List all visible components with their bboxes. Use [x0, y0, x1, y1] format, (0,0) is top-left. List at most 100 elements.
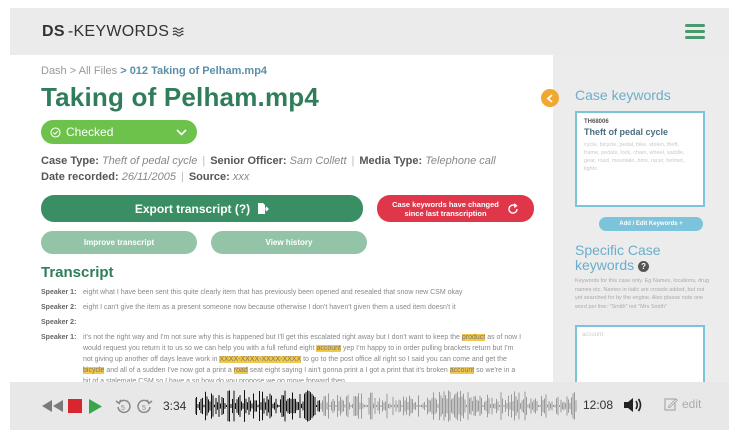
specific-title-line2: keywords: [575, 257, 635, 273]
rewind-button[interactable]: [40, 398, 64, 414]
specific-keywords-description: Keywords for this case only. Eg Names, l…: [575, 278, 710, 310]
line-text: [83, 317, 523, 328]
replay-5-button[interactable]: 5: [115, 398, 132, 415]
keyword-highlight[interactable]: product: [461, 334, 486, 341]
transcript-line[interactable]: Speaker 1: eight what I have been sent th…: [41, 287, 553, 298]
total-time: 12:08: [583, 398, 614, 412]
media-type-value: Telephone call: [425, 155, 496, 167]
edit-icon: [664, 398, 678, 411]
refresh-icon: [508, 202, 518, 214]
case-name: Theft of pedal cycle: [584, 127, 669, 137]
keyword-highlight[interactable]: road: [233, 367, 248, 374]
source-label: Source:: [188, 171, 230, 183]
status-label: Checked: [66, 125, 114, 139]
breadcrumb-separator: >: [117, 65, 130, 77]
breadcrumb-current: 012 Taking of Pelham.mp4: [129, 65, 268, 77]
help-icon[interactable]: ?: [638, 260, 650, 272]
svg-text:5: 5: [121, 405, 125, 412]
transcript-lines: Speaker 1: eight what I have been sent th…: [41, 287, 553, 382]
top-header: DS -KEYWORDS: [10, 8, 729, 55]
hamburger-menu-icon[interactable]: [685, 24, 705, 39]
case-code: TH68006: [584, 119, 609, 125]
edit-label: edit: [682, 397, 702, 411]
replay-5-icon: 5: [115, 398, 131, 413]
transcript-line[interactable]: Speaker 1: it's not the right way and I'm…: [41, 332, 553, 382]
text-segment: and all of a sudden I've now got a print…: [104, 367, 234, 374]
volume-button[interactable]: [623, 397, 643, 413]
forward-5-icon: 5: [137, 398, 153, 413]
speaker-label: Speaker 1:: [41, 334, 77, 341]
keyword-highlight[interactable]: account: [316, 345, 341, 352]
keywords-changed-label: Case keywords have changed since last tra…: [392, 200, 499, 218]
export-icon: [258, 203, 270, 214]
volume-icon: [624, 398, 642, 412]
text-segment: it's not the right way and I'm not sure …: [83, 334, 462, 341]
speaker-label: Speaker 1:: [41, 289, 77, 296]
line-text: eight what I have been sent this quite c…: [83, 289, 463, 296]
meta-divider: |: [351, 155, 355, 167]
waveform-scrubber[interactable]: [195, 386, 577, 426]
chevron-left-icon: [546, 93, 553, 103]
case-keyword-list: cycle, bicycle, pedal, bike, stolen, the…: [584, 142, 685, 172]
case-type-value: Theft of pedal cycle: [101, 155, 198, 167]
meta-divider: |: [180, 171, 184, 183]
breadcrumb-dash[interactable]: Dash: [41, 65, 67, 77]
case-keywords-card[interactable]: TH68006 Theft of pedal cycle cycle, bicy…: [575, 111, 705, 207]
keywords-changed-line2: since last transcription: [404, 208, 487, 218]
specific-keywords-input[interactable]: account: [575, 325, 705, 382]
officer-label: Senior Officer:: [210, 155, 287, 167]
transcript-heading: Transcript: [41, 264, 114, 281]
stop-button[interactable]: [67, 398, 83, 414]
officer-value: Sam Collett: [289, 155, 347, 167]
check-circle-icon: [50, 126, 61, 138]
line-text: it's not the right way and I'm not sure …: [83, 332, 523, 382]
improve-transcript-button[interactable]: Improve transcript: [41, 231, 197, 254]
text-segment: to go to the post office all right so I …: [301, 356, 507, 363]
edit-button[interactable]: edit: [664, 397, 701, 411]
keywords-changed-line1: Case keywords have changed: [392, 199, 499, 209]
keywords-sidebar: Case keywords TH68006 Theft of pedal cyc…: [553, 55, 729, 382]
rewind-icon: [42, 400, 63, 412]
specific-title-line1: Specific Case: [575, 242, 661, 258]
transcript-line[interactable]: Speaker 2:: [41, 317, 553, 328]
logo-ds: DS: [42, 22, 65, 40]
collapse-sidebar-button[interactable]: [541, 89, 559, 107]
source-value: xxx: [232, 171, 250, 183]
speaker-label: Speaker 2:: [41, 319, 77, 326]
date-value: 26/11/2005: [121, 171, 176, 183]
specific-keywords-heading: Specific Case keywords ?: [575, 243, 729, 273]
add-edit-keywords-button[interactable]: Add / Edit Keywords +: [599, 217, 703, 231]
case-meta: Case Type: Theft of pedal cycle | Senior O…: [41, 153, 553, 185]
current-time: 3:34: [163, 399, 187, 413]
view-history-button[interactable]: View history: [211, 231, 367, 254]
export-label: Export transcript (?): [134, 201, 251, 216]
app-logo[interactable]: DS -KEYWORDS: [42, 23, 184, 41]
line-text: eight I can't give the item as a present…: [83, 304, 456, 311]
stop-icon: [68, 399, 82, 413]
export-transcript-button[interactable]: Export transcript (?): [41, 195, 363, 222]
logo-keywords: -KEYWORDS: [67, 22, 170, 40]
transcript-line[interactable]: Speaker 2: eight I can't give the item as…: [41, 302, 553, 313]
breadcrumb: Dash > All Files > 012 Taking of Pelham.…: [41, 65, 553, 77]
date-label: Date recorded:: [41, 171, 119, 183]
forward-5-button[interactable]: 5: [136, 398, 153, 415]
breadcrumb-separator: >: [66, 65, 79, 77]
chevron-down-icon: [176, 128, 187, 136]
speaker-label: Speaker 2:: [41, 304, 77, 311]
svg-text:5: 5: [142, 405, 146, 412]
page-title: Taking of Pelham.mp4: [41, 82, 320, 112]
status-dropdown[interactable]: Checked: [41, 120, 197, 144]
breadcrumb-all-files[interactable]: All Files: [79, 65, 118, 77]
play-button[interactable]: [87, 398, 103, 415]
logo-waves-icon: [172, 26, 184, 37]
keywords-changed-button[interactable]: Case keywords have changed since last tra…: [377, 195, 534, 222]
case-type-label: Case Type:: [41, 155, 99, 167]
text-segment: seat eight saying I ain't gonna print a …: [247, 367, 450, 374]
meta-divider: |: [202, 155, 206, 167]
media-type-label: Media Type:: [359, 155, 423, 167]
play-icon: [89, 398, 102, 414]
main-content: Dash > All Files > 012 Taking of Pelham.…: [10, 55, 553, 382]
keyword-highlight[interactable]: account: [449, 367, 475, 374]
keyword-highlight[interactable]: XXXX-XXXX-XXXX-XXXX: [219, 356, 302, 363]
keyword-highlight[interactable]: bicycle: [83, 367, 105, 374]
